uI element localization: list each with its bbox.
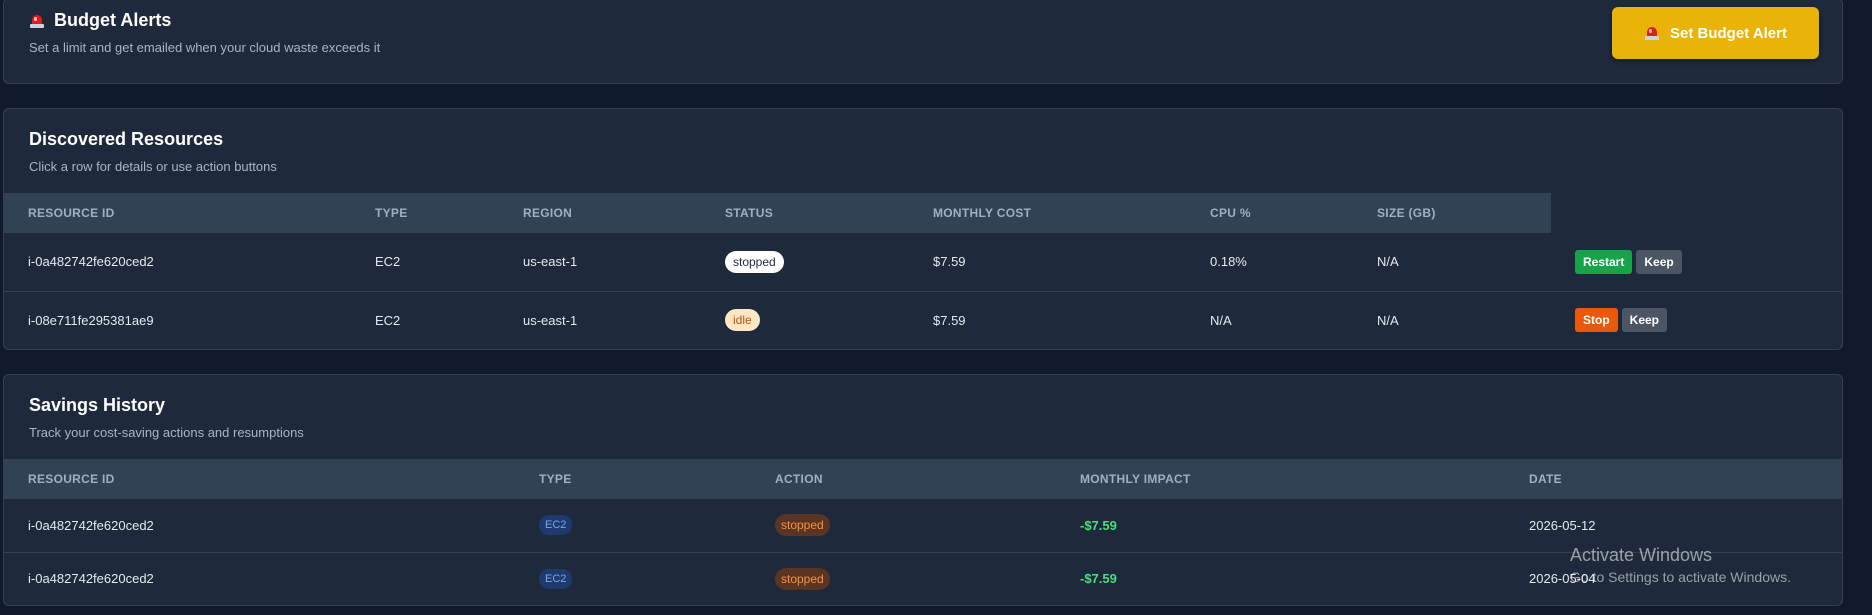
discovered-resources-subtitle: Click a row for details or use action bu… [29, 159, 277, 174]
resource-cpu: N/A [1210, 312, 1232, 328]
resource-status-cell: idle [701, 291, 909, 349]
discovered-resources-title: Discovered Resources [29, 129, 224, 149]
resource-region: us-east-1 [523, 312, 578, 328]
column-header-type[interactable]: Type [515, 459, 751, 499]
discovered-resources-card: Discovered Resources Click a row for det… [3, 108, 1843, 350]
status-badge: stopped [725, 250, 784, 273]
history-date: 2026-05-04 [1529, 571, 1596, 587]
history-header-row: Resource ID Type Action Monthly Impact D… [4, 459, 1842, 499]
resource-actions: Restart Keep [1551, 233, 1842, 292]
history-resource-id: i-0a482742fe620ced2 [4, 499, 515, 553]
column-header-cpu[interactable]: CPU % [1186, 193, 1353, 233]
resource-cost: $7.59 [909, 233, 1186, 292]
resource-region: us-east-1 [499, 233, 701, 292]
history-type-cell: EC2 [515, 552, 751, 605]
column-header-type[interactable]: Type [351, 193, 499, 233]
column-header-resource-id[interactable]: Resource ID [4, 193, 351, 233]
siren-icon [29, 14, 45, 28]
type-badge: EC2 [539, 568, 573, 589]
savings-history-card: Savings History Track your cost-saving a… [3, 374, 1843, 606]
resource-type: EC2 [375, 312, 401, 328]
budget-alerts-title: Budget Alerts [29, 10, 171, 31]
resource-actions: Stop Keep [1551, 291, 1842, 349]
savings-history-subtitle: Track your cost-saving actions and resum… [29, 425, 304, 440]
table-row[interactable]: i-0a482742fe620ced2 EC2 stopped -$7.59 2… [4, 552, 1842, 605]
resource-status-cell: stopped [701, 233, 909, 292]
resource-size: N/A [1353, 233, 1551, 292]
history-type-cell: EC2 [515, 499, 751, 553]
budget-alerts-subtitle: Set a limit and get emailed when your cl… [29, 40, 381, 55]
set-budget-alert-button[interactable]: Set Budget Alert [1612, 7, 1819, 59]
history-table: Resource ID Type Action Monthly Impact D… [4, 459, 1842, 605]
resource-type: EC2 [351, 233, 499, 292]
history-action-cell: stopped [751, 552, 1056, 605]
table-row[interactable]: i-0a482742fe620ced2 EC2 stopped -$7.59 2… [4, 499, 1842, 553]
resources-table: Resource ID Type Region Status Monthly C… [4, 193, 1842, 349]
column-header-monthly-impact[interactable]: Monthly Impact [1056, 459, 1505, 499]
keep-button[interactable]: Keep [1636, 249, 1682, 274]
restart-button[interactable]: Restart [1575, 249, 1633, 274]
action-badge: stopped [775, 514, 830, 537]
history-resource-id: i-0a482742fe620ced2 [28, 571, 154, 587]
column-header-resource-id[interactable]: Resource ID [4, 459, 515, 499]
budget-alerts-card: Budget Alerts Set a limit and get emaile… [3, 0, 1843, 84]
column-header-action[interactable]: Action [751, 459, 1056, 499]
table-row[interactable]: i-08e711fe295381ae9 EC2 us-east-1 idle $… [4, 291, 1842, 349]
history-impact: -$7.59 [1080, 571, 1117, 587]
column-header-monthly-cost[interactable]: Monthly Cost [909, 193, 1186, 233]
history-date: 2026-05-12 [1505, 499, 1842, 553]
resource-id: i-0a482742fe620ced2 [4, 233, 351, 292]
resource-id: i-08e711fe295381ae9 [28, 312, 154, 328]
resource-size: N/A [1377, 312, 1399, 328]
history-action-cell: stopped [751, 499, 1056, 553]
stop-button[interactable]: Stop [1575, 308, 1618, 333]
savings-history-title: Savings History [29, 395, 166, 415]
set-budget-alert-label: Set Budget Alert [1670, 24, 1787, 42]
history-impact: -$7.59 [1056, 499, 1505, 553]
column-header-actions [1551, 193, 1842, 233]
budget-alerts-title-text: Budget Alerts [54, 10, 172, 30]
column-header-size[interactable]: Size (GB) [1353, 193, 1551, 233]
column-header-status[interactable]: Status [701, 193, 909, 233]
table-row[interactable]: i-0a482742fe620ced2 EC2 us-east-1 stoppe… [4, 233, 1842, 292]
column-header-date[interactable]: Date [1505, 459, 1842, 499]
type-badge: EC2 [539, 515, 573, 536]
resource-cost: $7.59 [933, 312, 966, 328]
siren-icon [1644, 26, 1660, 40]
action-badge: stopped [775, 567, 830, 590]
resources-header-row: Resource ID Type Region Status Monthly C… [4, 193, 1842, 233]
column-header-region[interactable]: Region [499, 193, 701, 233]
keep-button[interactable]: Keep [1621, 308, 1668, 333]
status-badge: idle [725, 309, 760, 332]
resource-cpu: 0.18% [1186, 233, 1353, 292]
